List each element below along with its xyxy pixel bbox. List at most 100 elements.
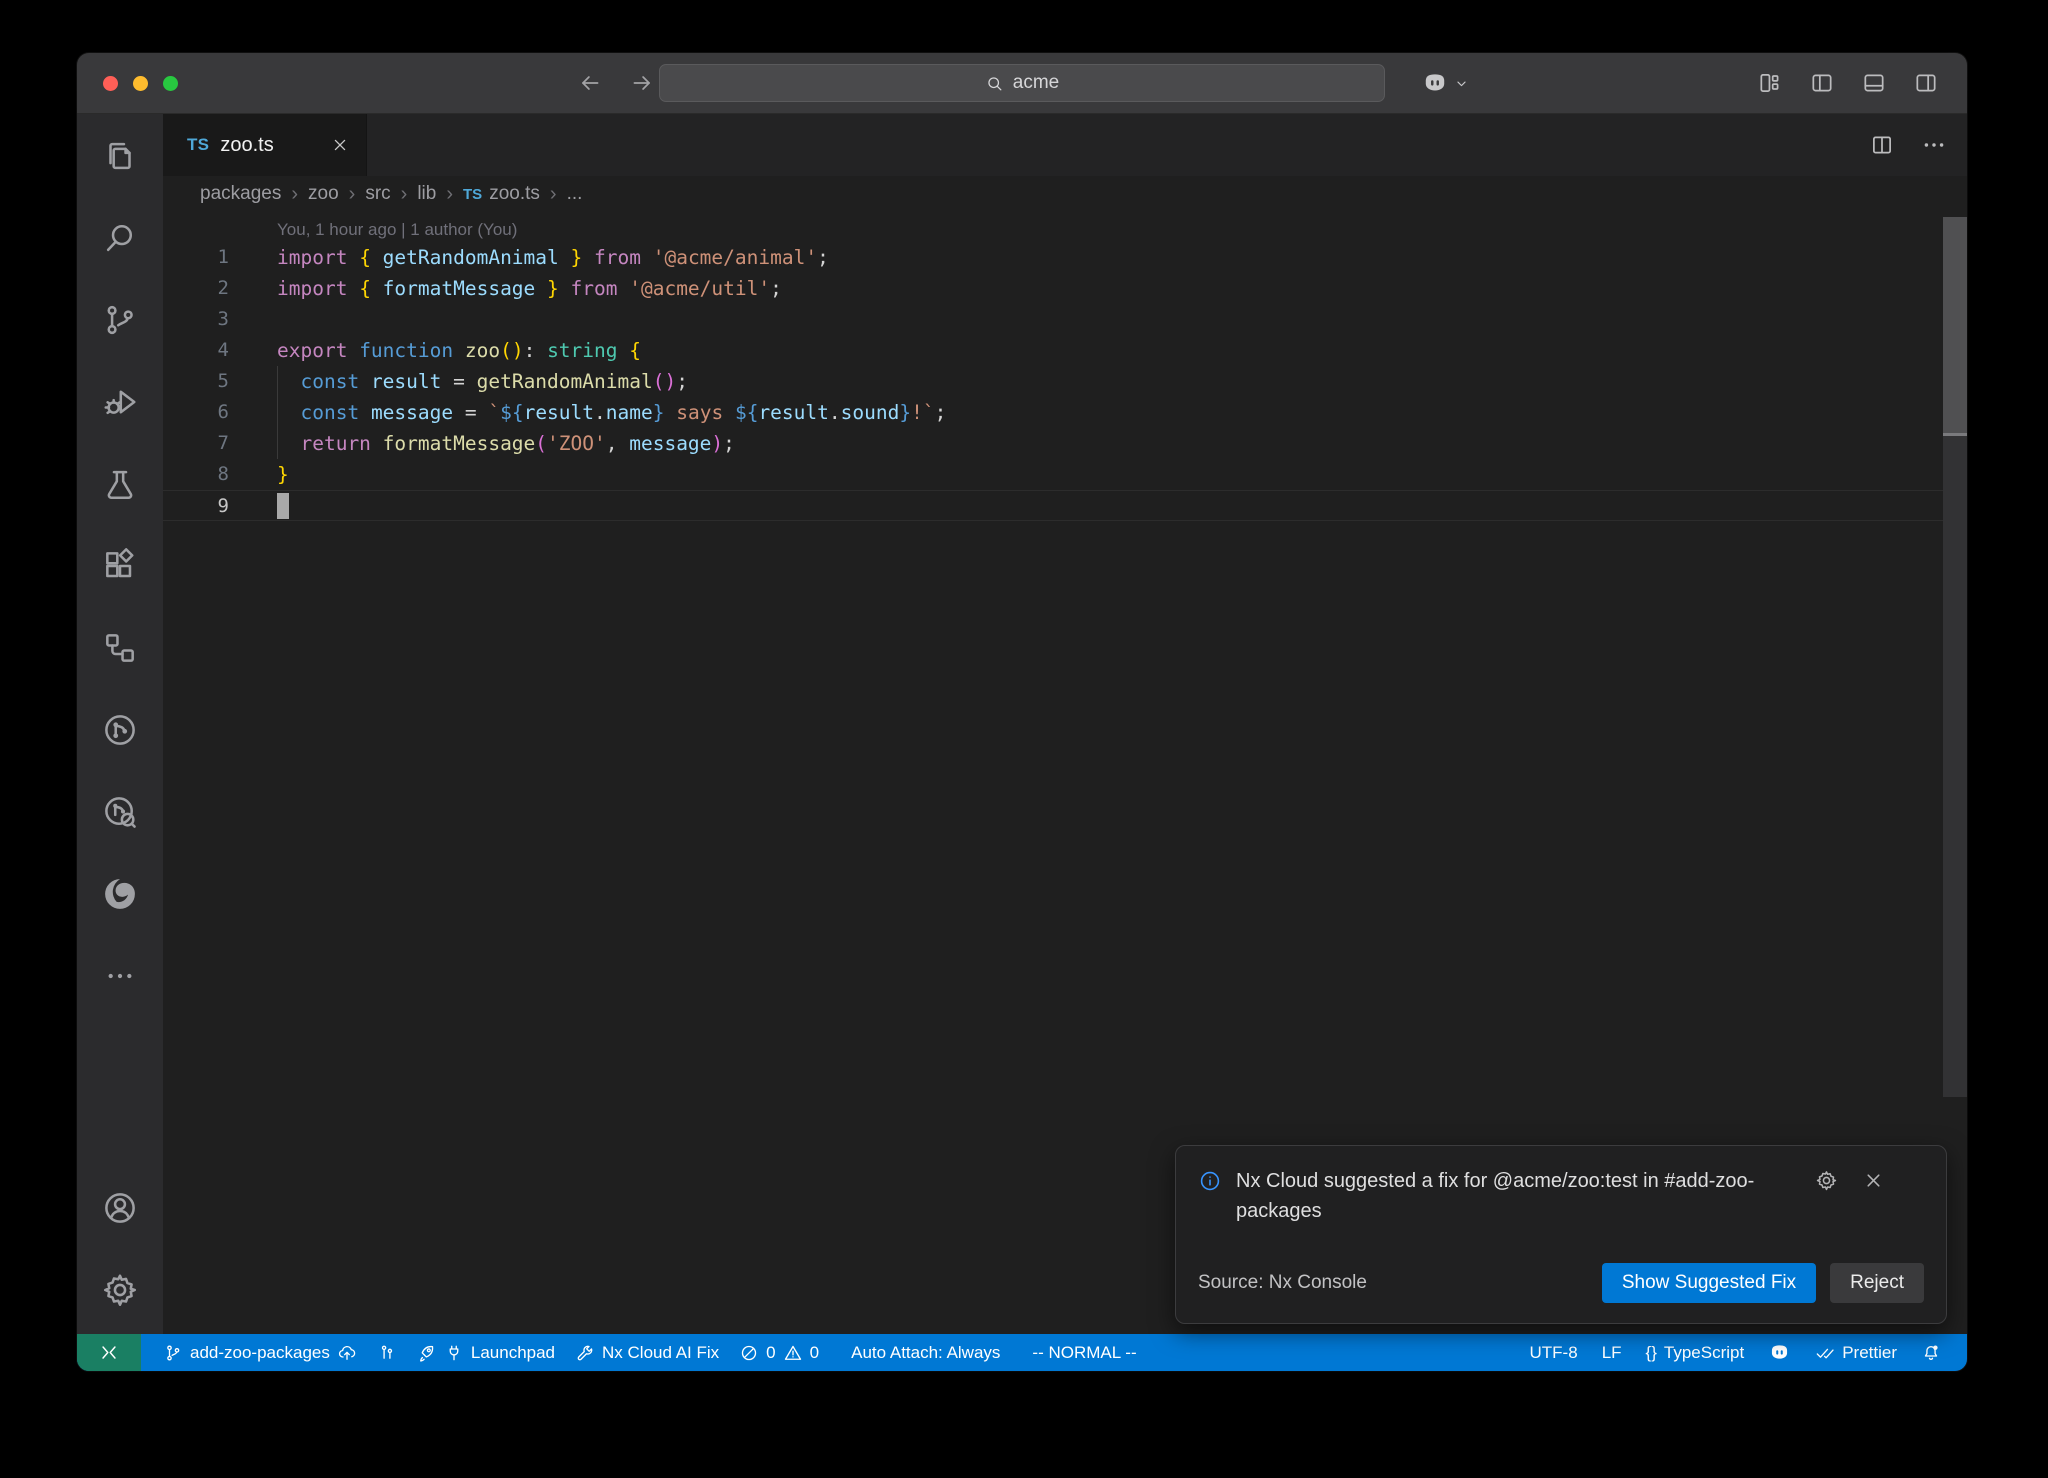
- maximize-window-button[interactable]: [163, 76, 178, 91]
- breadcrumb: packages›zoo›src›lib›TSzoo.ts›...: [163, 176, 1967, 212]
- split-editor-icon[interactable]: [1869, 132, 1895, 158]
- line-number[interactable]: 2: [163, 273, 229, 304]
- activity-item-run-and-debug[interactable]: [94, 376, 146, 428]
- edge-browser-icon: [101, 875, 139, 913]
- activity-bar: [77, 114, 163, 1334]
- code-line[interactable]: 1import { getRandomAnimal } from '@acme/…: [163, 242, 1967, 273]
- launchpad-item[interactable]: Launchpad: [407, 1334, 565, 1371]
- code-line[interactable]: 4export function zoo(): string {: [163, 335, 1967, 366]
- close-window-button[interactable]: [103, 76, 118, 91]
- encoding-item[interactable]: UTF-8: [1520, 1334, 1588, 1371]
- branch-name: add-zoo-packages: [190, 1343, 330, 1363]
- auto-attach-item[interactable]: Auto Attach: Always: [841, 1334, 1010, 1371]
- activity-item-extensions[interactable]: [94, 540, 146, 592]
- code-line-content: const result = getRandomAnimal();: [229, 366, 688, 397]
- breadcrumb-item-zoo-ts[interactable]: TSzoo.ts: [463, 183, 540, 205]
- eol-item[interactable]: LF: [1592, 1334, 1632, 1371]
- toggle-secondary-sidebar-icon[interactable]: [1913, 70, 1939, 96]
- show-suggested-fix-button[interactable]: Show Suggested Fix: [1602, 1263, 1816, 1303]
- breadcrumb-separator: ›: [401, 183, 408, 206]
- copilot-icon: [1768, 1341, 1791, 1364]
- breadcrumb-separator: ›: [550, 183, 557, 206]
- toggle-primary-sidebar-icon[interactable]: [1809, 70, 1835, 96]
- command-center-search[interactable]: acme: [659, 64, 1385, 102]
- breadcrumb-separator: ›: [446, 183, 453, 206]
- more-actions-icon[interactable]: [1921, 132, 1947, 158]
- source-control-graph-item[interactable]: [367, 1334, 407, 1371]
- line-number[interactable]: 6: [163, 397, 229, 428]
- breadcrumb-item--[interactable]: ...: [567, 183, 583, 205]
- back-icon[interactable]: [577, 70, 603, 96]
- line-number[interactable]: 4: [163, 335, 229, 366]
- code-line[interactable]: 5 const result = getRandomAnimal();: [163, 366, 1967, 397]
- reject-button[interactable]: Reject: [1830, 1263, 1924, 1303]
- status-bar: add-zoo-packages Launchpad Nx Cloud AI F…: [77, 1334, 1967, 1371]
- minimize-window-button[interactable]: [133, 76, 148, 91]
- code-line-content: import { formatMessage } from '@acme/uti…: [229, 273, 782, 304]
- activity-item-nx-cloud[interactable]: [94, 786, 146, 838]
- breadcrumb-item-zoo[interactable]: zoo: [308, 183, 339, 205]
- nx-cloud-ai-fix-item[interactable]: Nx Cloud AI Fix: [565, 1334, 729, 1371]
- code-line[interactable]: 2import { formatMessage } from '@acme/ut…: [163, 273, 1967, 304]
- search-icon: [985, 74, 1004, 93]
- activity-item-explorer[interactable]: [94, 130, 146, 182]
- braces-icon: {}: [1646, 1343, 1657, 1363]
- breadcrumb-item-src[interactable]: src: [365, 183, 390, 205]
- activity-item-account[interactable]: [94, 1182, 146, 1234]
- code-line[interactable]: 7 return formatMessage('ZOO', message);: [163, 428, 1967, 459]
- line-number[interactable]: 1: [163, 242, 229, 273]
- forward-icon[interactable]: [629, 70, 655, 96]
- encoding-label: UTF-8: [1530, 1343, 1578, 1363]
- chevron-down-icon: [1453, 75, 1470, 92]
- copilot-status-item[interactable]: [1758, 1334, 1801, 1371]
- code-line[interactable]: 3: [163, 304, 1967, 335]
- vim-mode-item[interactable]: -- NORMAL --: [1022, 1334, 1146, 1371]
- code-line[interactable]: 6 const message = `${result.name} says $…: [163, 397, 1967, 428]
- auto-attach-label: Auto Attach: Always: [851, 1343, 1000, 1363]
- line-number[interactable]: 8: [163, 459, 229, 490]
- line-number[interactable]: 9: [163, 491, 229, 520]
- tab-zoo-ts[interactable]: TS zoo.ts: [163, 114, 367, 176]
- activity-item-settings[interactable]: [94, 1264, 146, 1316]
- window-controls: [103, 53, 178, 113]
- git-branch-item[interactable]: add-zoo-packages: [153, 1334, 367, 1371]
- settings-icon: [101, 1271, 139, 1309]
- language-mode-item[interactable]: {} TypeScript: [1636, 1334, 1755, 1371]
- customize-layout-icon[interactable]: [1757, 70, 1783, 96]
- source-control-icon: [101, 301, 139, 339]
- vim-mode-label: -- NORMAL --: [1032, 1343, 1136, 1363]
- notification-close-icon[interactable]: [1862, 1169, 1885, 1192]
- activity-item-testing[interactable]: [94, 458, 146, 510]
- activity-item-nx[interactable]: [94, 704, 146, 756]
- testing-icon: [101, 465, 139, 503]
- code-line[interactable]: 9: [163, 490, 1967, 521]
- code-line-content: }: [229, 459, 289, 490]
- notifications-bell-item[interactable]: [1911, 1334, 1951, 1371]
- problems-item[interactable]: 0 0: [729, 1334, 829, 1371]
- warning-count: 0: [810, 1343, 819, 1363]
- toggle-panel-icon[interactable]: [1861, 70, 1887, 96]
- nx-fix-label: Nx Cloud AI Fix: [602, 1343, 719, 1363]
- line-number[interactable]: 7: [163, 428, 229, 459]
- copilot-menu[interactable]: [1421, 53, 1470, 113]
- search-value: acme: [1013, 72, 1059, 94]
- activity-item-source-control[interactable]: [94, 294, 146, 346]
- remote-icon: [98, 1342, 120, 1364]
- activity-item-nx-console[interactable]: [94, 622, 146, 674]
- breadcrumb-item-packages[interactable]: packages: [200, 183, 281, 205]
- code-line[interactable]: 8}: [163, 459, 1967, 490]
- notification-toast: Nx Cloud suggested a fix for @acme/zoo:t…: [1175, 1145, 1947, 1324]
- close-tab-icon[interactable]: [330, 135, 350, 155]
- activity-item-edge-browser[interactable]: [94, 868, 146, 920]
- breadcrumb-item-lib[interactable]: lib: [417, 183, 436, 205]
- remote-indicator[interactable]: [77, 1334, 141, 1371]
- scrollbar-thumb[interactable]: [1943, 217, 1967, 435]
- line-number[interactable]: 3: [163, 304, 229, 335]
- line-number[interactable]: 5: [163, 366, 229, 397]
- notification-source: Source: Nx Console: [1198, 1272, 1602, 1294]
- formatter-item[interactable]: Prettier: [1805, 1334, 1907, 1371]
- activity-item-more[interactable]: [94, 950, 146, 1002]
- activity-item-search[interactable]: [94, 212, 146, 264]
- notification-settings-icon[interactable]: [1815, 1169, 1838, 1192]
- code-line-content: export function zoo(): string {: [229, 335, 641, 366]
